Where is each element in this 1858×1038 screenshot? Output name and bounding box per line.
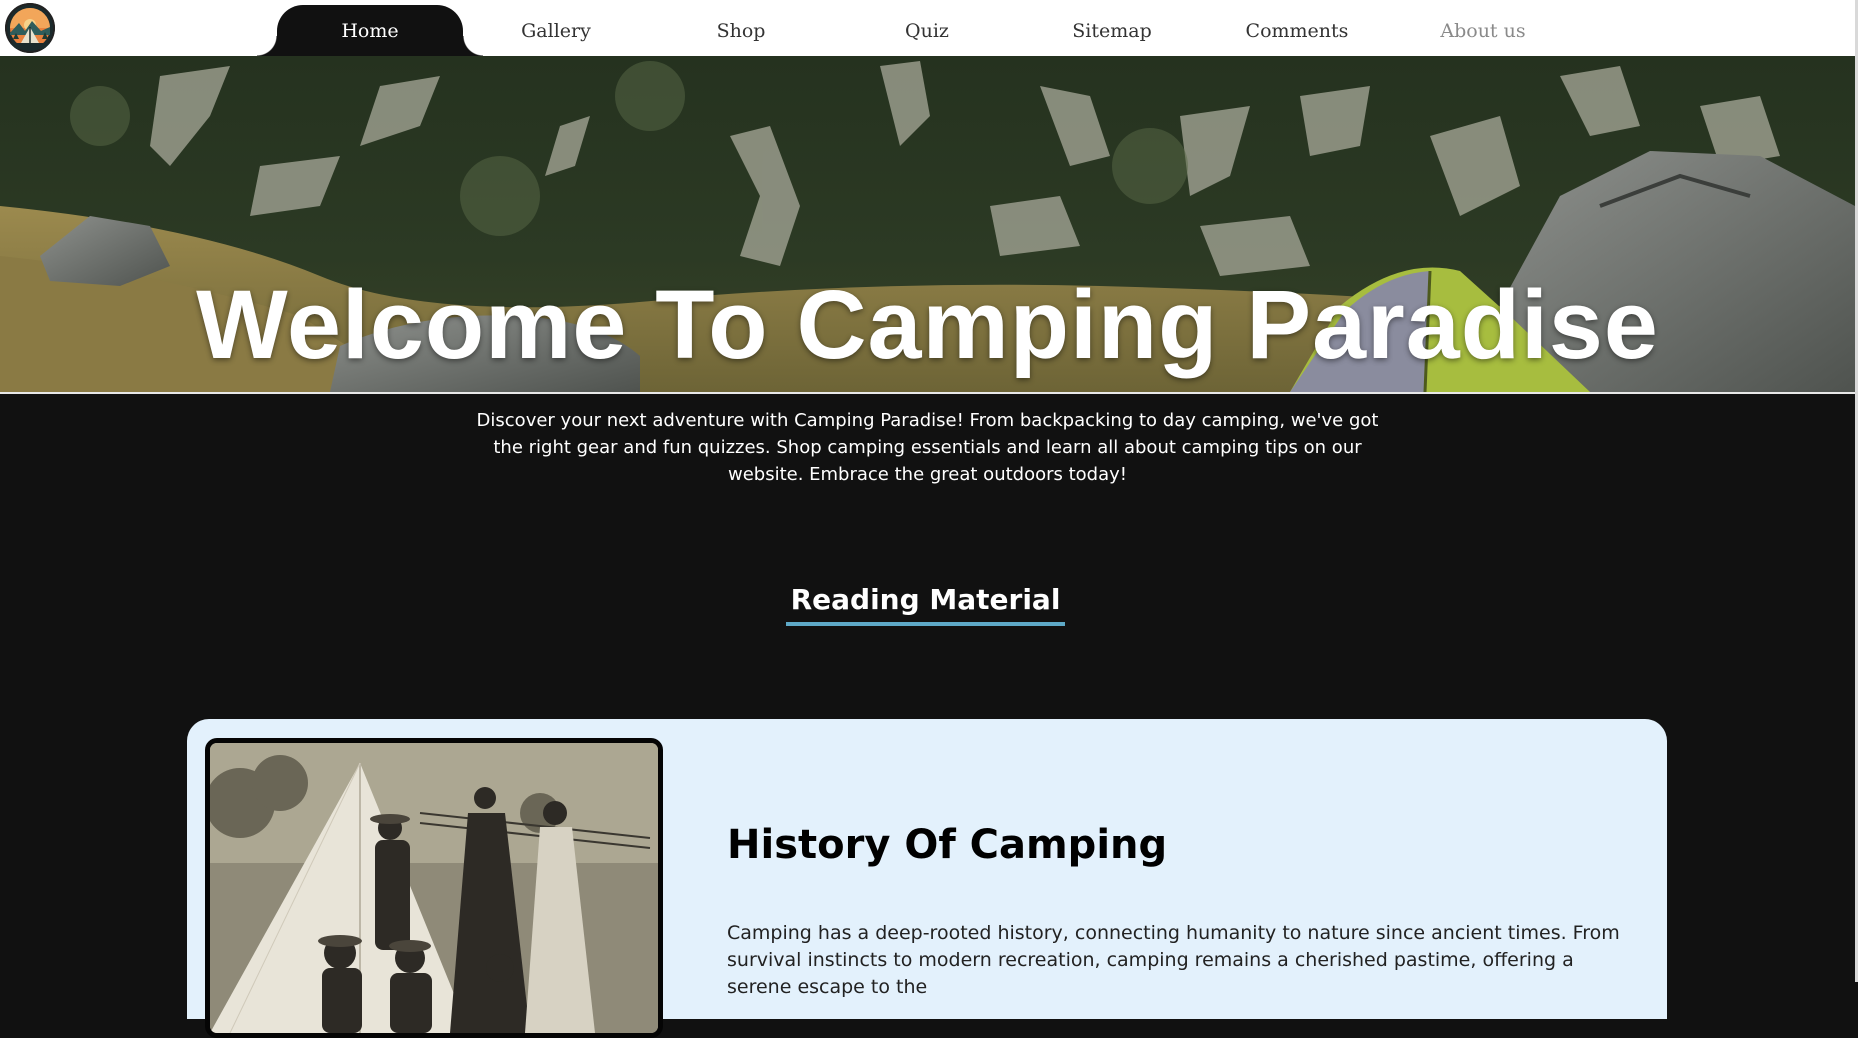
vintage-campers-image xyxy=(205,738,663,1038)
hero-banner: Welcome To Camping Paradise xyxy=(0,56,1855,394)
nav-item-sitemap[interactable]: Sitemap xyxy=(1019,5,1205,56)
nav-item-gallery[interactable]: Gallery xyxy=(463,5,649,56)
hero-title: Welcome To Camping Paradise xyxy=(196,270,1659,379)
history-article-card: History Of Camping Camping has a deep-ro… xyxy=(187,719,1667,1038)
nav-item-home[interactable]: Home xyxy=(257,5,483,56)
article-text: Camping has a deep-rooted history, conne… xyxy=(727,922,1620,998)
camping-logo-icon[interactable] xyxy=(5,3,55,53)
nav-item-about-us[interactable]: About us xyxy=(1390,5,1576,56)
top-navbar: Home Gallery Shop Quiz Sitemap Comments … xyxy=(0,0,1855,56)
article-title: History Of Camping xyxy=(727,822,1168,868)
nav-item-comments[interactable]: Comments xyxy=(1204,5,1390,56)
reading-material-heading: Reading Material xyxy=(786,583,1065,626)
intro-paragraph: Discover your next adventure with Campin… xyxy=(476,410,1379,485)
nav-item-quiz[interactable]: Quiz xyxy=(834,5,1020,56)
nav-item-shop[interactable]: Shop xyxy=(648,5,834,56)
